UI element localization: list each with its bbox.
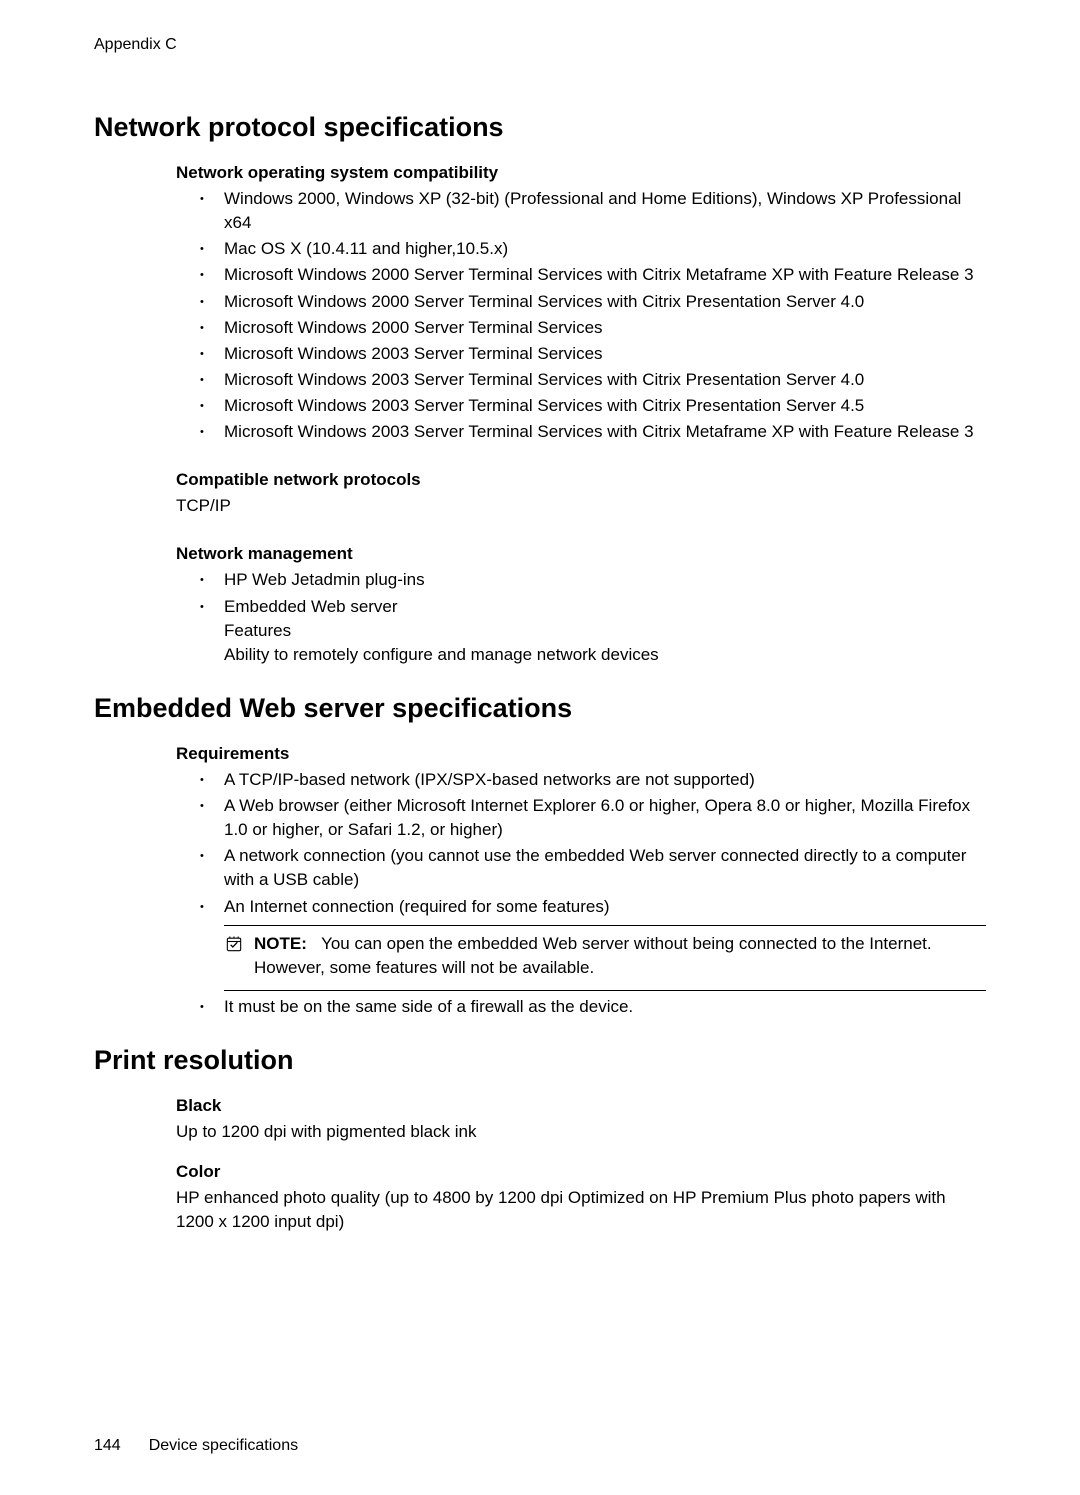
note-label: NOTE:: [254, 934, 307, 953]
list-item: HP Web Jetadmin plug-ins: [200, 568, 986, 592]
note-block: NOTE: You can open the embedded Web serv…: [224, 925, 986, 991]
list-item: Microsoft Windows 2003 Server Terminal S…: [200, 420, 986, 444]
note-icon: [224, 934, 244, 959]
footer-section-title: Device specifications: [149, 1437, 298, 1455]
list-item: Microsoft Windows 2003 Server Terminal S…: [200, 368, 986, 392]
heading-ews: Embedded Web server specifications: [94, 693, 986, 724]
note-rule-bottom: [224, 990, 986, 991]
subheading-net-mgmt: Network management: [176, 544, 986, 564]
list-item: A TCP/IP-based network (IPX/SPX-based ne…: [200, 768, 986, 792]
list-item: It must be on the same side of a firewal…: [200, 995, 986, 1019]
list-item: Microsoft Windows 2000 Server Terminal S…: [200, 290, 986, 314]
list-item: Microsoft Windows 2000 Server Terminal S…: [200, 316, 986, 340]
list-requirements-post: It must be on the same side of a firewal…: [176, 995, 986, 1019]
note-body: You can open the embedded Web server wit…: [254, 934, 932, 977]
note-rule-top: [224, 925, 986, 926]
nested-line: Ability to remotely configure and manage…: [224, 643, 986, 667]
list-item: A network connection (you cannot use the…: [200, 844, 986, 892]
color-body: HP enhanced photo quality (up to 4800 by…: [176, 1186, 986, 1234]
subheading-os-compat: Network operating system compatibility: [176, 163, 986, 183]
list-item: A Web browser (either Microsoft Internet…: [200, 794, 986, 842]
appendix-label: Appendix C: [94, 36, 986, 54]
list-item: Microsoft Windows 2000 Server Terminal S…: [200, 263, 986, 287]
list-item: Microsoft Windows 2003 Server Terminal S…: [200, 394, 986, 418]
list-item-text: Embedded Web server: [224, 597, 398, 616]
subheading-requirements: Requirements: [176, 744, 986, 764]
subheading-protocols: Compatible network protocols: [176, 470, 986, 490]
list-item: Mac OS X (10.4.11 and higher,10.5.x): [200, 237, 986, 261]
heading-network-protocol: Network protocol specifications: [94, 112, 986, 143]
list-item: Windows 2000, Windows XP (32-bit) (Profe…: [200, 187, 986, 235]
subheading-color: Color: [176, 1162, 986, 1182]
list-item: Microsoft Windows 2003 Server Terminal S…: [200, 342, 986, 366]
list-item: Embedded Web server Features Ability to …: [200, 595, 986, 667]
heading-print-res: Print resolution: [94, 1045, 986, 1076]
nested-line: Features: [224, 619, 986, 643]
black-body: Up to 1200 dpi with pigmented black ink: [176, 1120, 986, 1144]
list-requirements-pre: A TCP/IP-based network (IPX/SPX-based ne…: [176, 768, 986, 919]
list-os-compat: Windows 2000, Windows XP (32-bit) (Profe…: [176, 187, 986, 444]
list-item: An Internet connection (required for som…: [200, 895, 986, 919]
protocols-body: TCP/IP: [176, 494, 986, 518]
list-net-mgmt: HP Web Jetadmin plug-ins Embedded Web se…: [176, 568, 986, 667]
page-number: 144: [94, 1437, 121, 1455]
subheading-black: Black: [176, 1096, 986, 1116]
